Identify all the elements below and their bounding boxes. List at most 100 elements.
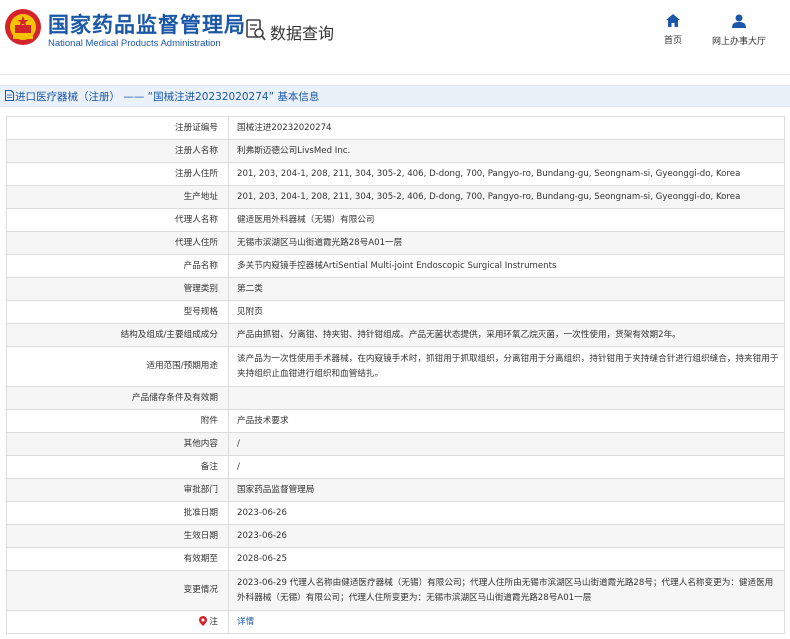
table-row: 代理人住所 无锡市滨湖区马山街道霞光路28号A01一层 <box>6 231 785 255</box>
row-label: 产品储存条件及有效期 <box>6 386 229 410</box>
home-icon <box>666 14 680 27</box>
row-value: / <box>228 455 785 479</box>
table-row: 结构及组成/主要组成成分 产品由抓钳、分离钳、持夹钳、持针钳组成。产品无菌状态提供… <box>6 323 785 347</box>
table-row: 生效日期 2023-06-26 <box>6 524 785 548</box>
row-label-text: 注册人名称 <box>175 145 218 156</box>
row-label: 注册人住所 <box>6 162 229 186</box>
data-query-icon <box>246 19 266 41</box>
row-value-text: 第二类 <box>237 283 263 294</box>
row-label: 注册人名称 <box>6 139 229 163</box>
row-value-text: 无锡市滨湖区马山街道霞光路28号A01一层 <box>237 237 403 248</box>
row-value-text: 产品技术要求 <box>237 415 289 426</box>
row-value: 201, 203, 204-1, 208, 211, 304, 305-2, 4… <box>228 162 785 186</box>
table-row: 附件 产品技术要求 <box>6 409 785 433</box>
row-label-text: 管理类别 <box>183 283 218 294</box>
row-label: 审批部门 <box>6 478 229 502</box>
org-name-cn: 国家药品监督管理局 <box>48 13 246 37</box>
row-value-text: 健适医用外科器械（无锡）有限公司 <box>237 214 375 225</box>
table-row: 注册人住所 201, 203, 204-1, 208, 211, 304, 305… <box>6 162 785 186</box>
document-icon <box>5 90 14 101</box>
row-label: 变更情况 <box>6 570 229 611</box>
row-label-text: 适用范围/预期用途 <box>146 361 218 371</box>
page-title-bar: 进口医疗器械（注册） —— “国械注进20232020274” 基本信息 <box>0 85 790 107</box>
row-value: 产品由抓钳、分离钳、持夹钳、持针钳组成。产品无菌状态提供，采用环氧乙烷灭菌，一次… <box>228 323 785 347</box>
row-label-text: 生效日期 <box>183 530 218 541</box>
row-value: 利弗斯迈德公司LivsMed Inc. <box>228 139 785 163</box>
row-value-text: 2023-06-26 <box>237 530 287 541</box>
table-row: 产品名称 多关节内窥镜手控器械ArtiSential Multi-joint En… <box>6 254 785 278</box>
row-value: 201, 203, 204-1, 208, 211, 304, 305-2, 4… <box>228 185 785 209</box>
row-label-text: 注 <box>209 616 218 627</box>
details-link[interactable]: 详情 <box>237 617 254 627</box>
row-value-text: 2023-06-29 代理人名称由健适医疗器械（无锡）有限公司；代理人住所由无锡… <box>237 577 774 603</box>
row-label-text: 批准日期 <box>183 507 218 518</box>
row-label: 有效期至 <box>6 547 229 571</box>
table-row: 注册人名称 利弗斯迈德公司LivsMed Inc. <box>6 139 785 163</box>
row-label: 注 <box>6 610 229 634</box>
row-value-text: / <box>237 461 240 472</box>
row-label: 代理人住所 <box>6 231 229 255</box>
row-label-text: 变更情况 <box>183 585 218 595</box>
table-row: 批准日期 2023-06-26 <box>6 501 785 525</box>
nav-home[interactable]: 首页 <box>659 14 687 46</box>
row-label-text: 结构及组成/主要组成成分 <box>120 329 218 340</box>
org-name-en: National Medical Products Administration <box>48 38 221 49</box>
row-label: 结构及组成/主要组成成分 <box>6 323 229 347</box>
table-row: 产品储存条件及有效期 <box>6 386 785 410</box>
info-icon <box>199 616 208 626</box>
table-row: 注 详情 <box>6 610 785 634</box>
table-row: 型号规格 见附页 <box>6 300 785 324</box>
table-row: 其他内容 / <box>6 432 785 456</box>
row-value: 国械注进20232020274 <box>228 116 785 140</box>
query-title: 数据查询 <box>270 24 335 43</box>
row-value-text: 见附页 <box>237 306 263 317</box>
row-value: 健适医用外科器械（无锡）有限公司 <box>228 208 785 232</box>
row-value-text: 产品由抓钳、分离钳、持夹钳、持针钳组成。产品无菌状态提供，采用环氧乙烷灭菌，一次… <box>237 329 681 340</box>
row-value: 第二类 <box>228 277 785 301</box>
table-row: 备注 / <box>6 455 785 479</box>
row-label-text: 生产地址 <box>183 191 218 202</box>
row-label-text: 代理人住所 <box>175 237 218 248</box>
row-label: 适用范围/预期用途 <box>6 346 229 387</box>
row-label: 批准日期 <box>6 501 229 525</box>
table-row: 有效期至 2028-06-25 <box>6 547 785 571</box>
row-value: 2023-06-29 代理人名称由健适医疗器械（无锡）有限公司；代理人住所由无锡… <box>228 570 785 611</box>
row-value: 详情 <box>228 610 785 634</box>
row-value-text: 国家药品监督管理局 <box>237 484 315 495</box>
row-label: 生效日期 <box>6 524 229 548</box>
row-value: 2028-06-25 <box>228 547 785 571</box>
row-label: 生产地址 <box>6 185 229 209</box>
nav-online-office-label: 网上办事大厅 <box>711 37 766 47</box>
table-row: 适用范围/预期用途 该产品为一次性使用手术器械，在内窥镜手术时，抓钳用于抓取组织，… <box>6 346 785 387</box>
row-value-text: 201, 203, 204-1, 208, 211, 304, 305-2, 4… <box>237 168 741 179</box>
row-label: 型号规格 <box>6 300 229 324</box>
row-value-text: 国械注进20232020274 <box>237 122 332 133</box>
row-label-text: 型号规格 <box>183 306 218 317</box>
row-label: 代理人名称 <box>6 208 229 232</box>
row-value: 多关节内窥镜手控器械ArtiSential Multi-joint Endosc… <box>228 254 785 278</box>
table-row: 注册证编号 国械注进20232020274 <box>6 116 785 140</box>
row-label-text: 附件 <box>200 415 218 426</box>
user-icon <box>732 14 746 28</box>
page-title: 进口医疗器械（注册） —— “国械注进20232020274” 基本信息 <box>15 91 320 103</box>
row-value: 见附页 <box>228 300 785 324</box>
row-value-text: 多关节内窥镜手控器械ArtiSential Multi-joint Endosc… <box>237 260 557 271</box>
row-label-text: 产品储存条件及有效期 <box>132 392 218 403</box>
row-label: 备注 <box>6 455 229 479</box>
nav-online-office[interactable]: 网上办事大厅 <box>708 14 770 47</box>
row-value-text: 2028-06-25 <box>237 553 287 564</box>
row-label-text: 注册证编号 <box>175 122 218 133</box>
row-value-text: 2023-06-26 <box>237 507 287 518</box>
row-label-text: 注册人住所 <box>175 168 218 179</box>
row-label-text: 审批部门 <box>183 484 218 495</box>
row-value-text: 该产品为一次性使用手术器械，在内窥镜手术时，抓钳用于抓取组织，分离钳用于分离组织… <box>237 353 779 379</box>
row-value-text: 利弗斯迈德公司LivsMed Inc. <box>237 145 351 156</box>
row-label: 注册证编号 <box>6 116 229 140</box>
row-value: 产品技术要求 <box>228 409 785 433</box>
site-header: 国家药品监督管理局 National Medical Products Admi… <box>0 0 790 75</box>
row-value <box>228 386 785 410</box>
row-value: 国家药品监督管理局 <box>228 478 785 502</box>
row-label-text: 产品名称 <box>183 260 218 271</box>
row-value-text: / <box>237 438 240 449</box>
row-value: 2023-06-26 <box>228 501 785 525</box>
